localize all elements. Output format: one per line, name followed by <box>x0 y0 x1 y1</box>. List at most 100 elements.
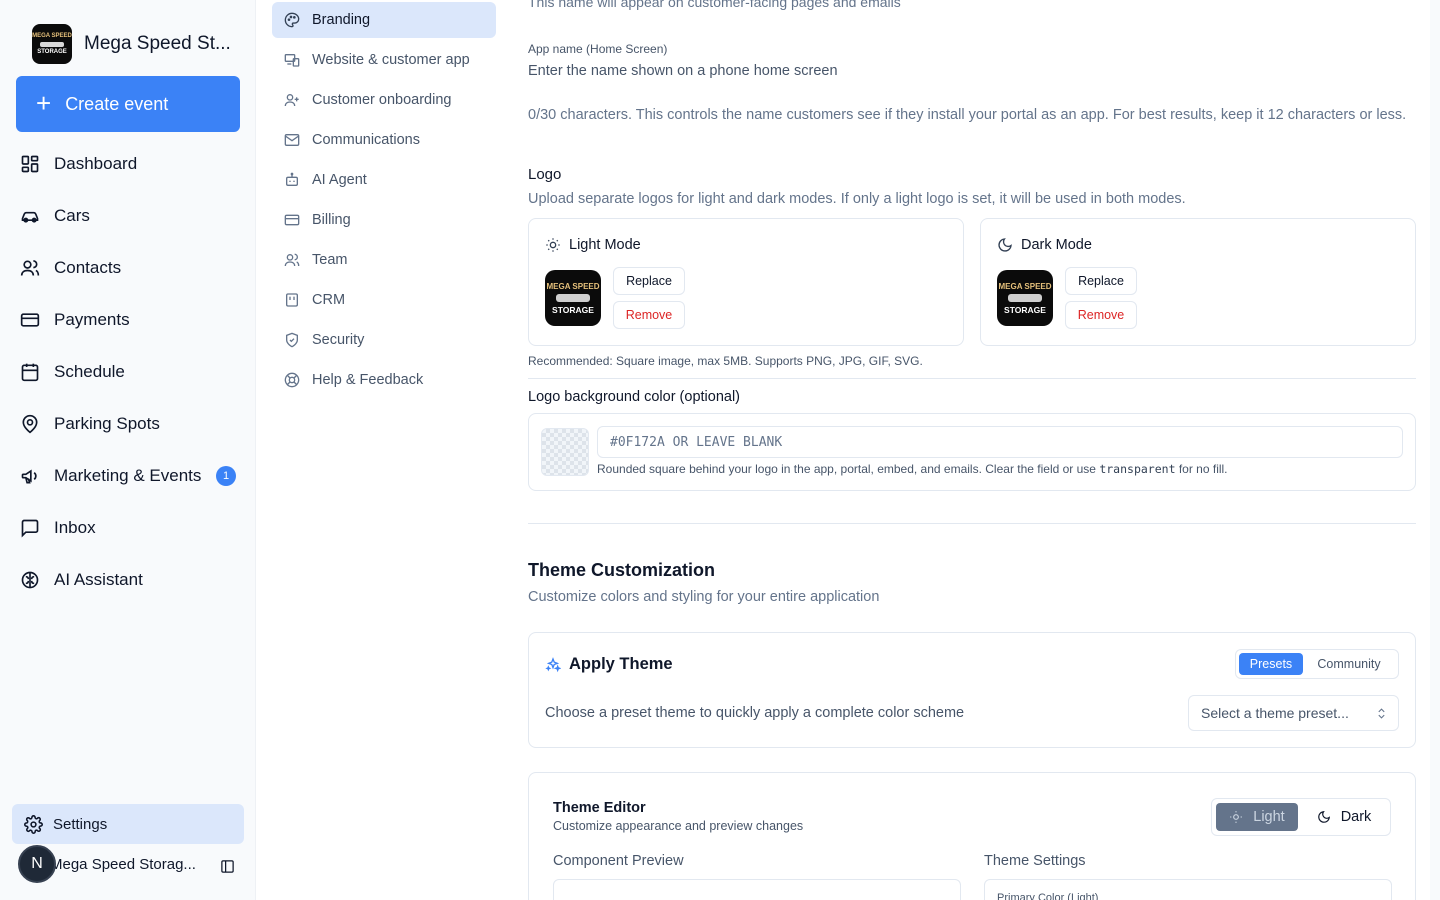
shield-icon <box>286 332 298 348</box>
users-icon <box>284 253 300 267</box>
apply-theme-card: Apply Theme Presets Community Choose a p… <box>528 632 1416 748</box>
palette-icon <box>284 12 300 28</box>
sun-icon <box>1230 811 1243 823</box>
devices-icon <box>284 54 300 67</box>
subnav-item-communications[interactable]: Communications <box>272 120 496 160</box>
nav-item-settings[interactable]: Settings <box>12 804 244 844</box>
account-switcher[interactable]: N Mega Speed Storag... <box>18 844 248 884</box>
logo-bg-label: Logo background color (optional) <box>528 389 740 405</box>
calendar-icon <box>21 363 39 382</box>
subnav-item-billing[interactable]: Billing <box>272 200 496 240</box>
light-mode-logo-card: Light Mode MEGA SPEED STORAGE Replace Re… <box>528 218 964 346</box>
megaphone-icon <box>21 469 37 484</box>
apply-theme-header: Apply Theme <box>545 655 673 674</box>
community-tab[interactable]: Community <box>1303 653 1395 675</box>
app-name-input[interactable]: Enter the name shown on a phone home scr… <box>528 63 838 79</box>
theme-preset-select[interactable]: Select a theme preset... <box>1188 695 1399 731</box>
nav-item-inbox[interactable]: Inbox <box>16 502 240 554</box>
brand-logo: MEGA SPEED STORAGE <box>32 24 72 64</box>
divider <box>528 523 1416 524</box>
create-event-label: Create event <box>65 93 169 114</box>
theme-section-title: Theme Customization <box>528 560 716 580</box>
light-mode-button[interactable]: Light <box>1216 803 1298 831</box>
subnav-item-branding[interactable]: Branding <box>272 2 496 38</box>
nav-item-dashboard[interactable]: Dashboard <box>16 138 240 190</box>
subnav-item-website[interactable]: Website & customer app <box>272 40 496 80</box>
logo-section-title: Logo <box>528 166 562 183</box>
theme-settings-label: Theme Settings <box>984 853 1086 869</box>
nav-item-parking-spots[interactable]: Parking Spots <box>16 398 240 450</box>
chevrons-up-down-icon <box>1378 708 1385 719</box>
subnav-item-crm[interactable]: CRM <box>272 280 496 320</box>
logo-bg-color-input[interactable] <box>597 426 1403 458</box>
theme-editor-title: Theme Editor <box>553 800 646 816</box>
map-pin-icon <box>22 414 38 434</box>
subnav-item-help[interactable]: Help & Feedback <box>272 360 496 400</box>
avatar[interactable]: N <box>18 845 56 883</box>
account-name: Mega Speed Storag... <box>50 855 196 873</box>
theme-editor-card: Theme Editor Customize appearance and pr… <box>528 772 1416 900</box>
nav-item-marketing-events[interactable]: Marketing & Events 1 <box>16 450 240 502</box>
app-name-hint: 0/30 characters. This controls the name … <box>528 107 1407 123</box>
name-hint-text: This name will appear on customer-facing… <box>528 0 901 10</box>
light-mode-header: Light Mode <box>545 237 641 253</box>
logo-section-desc: Upload separate logos for light and dark… <box>528 191 1186 207</box>
subnav-item-ai-agent[interactable]: AI Agent <box>272 160 496 200</box>
brand-name: Mega Speed St... <box>84 33 231 54</box>
moon-icon <box>998 238 1012 252</box>
mail-icon <box>284 134 300 146</box>
color-swatch[interactable] <box>541 428 589 476</box>
primary-color-label: Primary Color (Light) <box>997 892 1099 900</box>
nav-item-contacts[interactable]: Contacts <box>16 242 240 294</box>
brain-icon <box>21 571 39 589</box>
notification-badge: 1 <box>216 466 236 486</box>
theme-section-desc: Customize colors and styling for your en… <box>528 589 880 605</box>
user-plus-icon <box>284 94 299 107</box>
nav-item-ai-assistant[interactable]: AI Assistant <box>16 554 240 606</box>
dashboard-icon <box>21 155 39 173</box>
car-icon <box>21 211 39 223</box>
message-square-icon <box>21 519 39 538</box>
dark-mode-logo-image: MEGA SPEED STORAGE <box>997 270 1053 326</box>
dark-mode-logo-card: Dark Mode MEGA SPEED STORAGE Replace Rem… <box>980 218 1416 346</box>
app-name-label: App name (Home Screen) <box>528 42 668 56</box>
dark-mode-header: Dark Mode <box>997 237 1092 253</box>
presets-tab[interactable]: Presets <box>1239 653 1303 675</box>
component-preview-panel <box>553 879 961 900</box>
nav-item-schedule[interactable]: Schedule <box>16 346 240 398</box>
logo-recommendation: Recommended: Square image, max 5MB. Supp… <box>528 354 923 368</box>
theme-editor-subtitle: Customize appearance and preview changes <box>553 819 804 833</box>
subnav-item-security[interactable]: Security <box>272 320 496 360</box>
preview-mode-toggle: Light Dark <box>1211 798 1391 836</box>
nav-item-cars[interactable]: Cars <box>16 190 240 242</box>
life-buoy-icon <box>284 372 300 388</box>
dark-replace-button[interactable]: Replace <box>1065 267 1137 295</box>
light-mode-logo-image: MEGA SPEED STORAGE <box>545 270 601 326</box>
crm-icon <box>286 293 298 307</box>
gear-icon <box>24 814 43 834</box>
plus-icon: + <box>36 87 52 118</box>
sidebar-toggle-icon[interactable] <box>220 859 235 874</box>
create-event-button[interactable]: + Create event <box>16 76 240 132</box>
credit-card-icon <box>20 313 40 327</box>
sparkles-icon <box>545 656 561 672</box>
dark-mode-button[interactable]: Dark <box>1302 803 1386 831</box>
light-replace-button[interactable]: Replace <box>613 267 685 295</box>
main-sidebar: MEGA SPEED STORAGE Mega Speed St... + Cr… <box>0 0 256 900</box>
page-scrollbar[interactable] <box>1430 0 1440 900</box>
nav-item-payments[interactable]: Payments <box>16 294 240 346</box>
component-preview-label: Component Preview <box>553 853 684 869</box>
subnav-item-team[interactable]: Team <box>272 240 496 280</box>
bot-icon <box>286 172 298 186</box>
dark-remove-button[interactable]: Remove <box>1065 301 1137 329</box>
divider <box>528 378 1416 379</box>
logo-bg-hint: Rounded square behind your logo in the a… <box>597 462 1228 476</box>
subnav-item-onboarding[interactable]: Customer onboarding <box>272 80 496 120</box>
users-icon <box>20 260 40 276</box>
theme-settings-panel: Primary Color (Light) <box>984 879 1392 900</box>
moon-icon <box>1317 811 1330 823</box>
brand[interactable]: MEGA SPEED STORAGE Mega Speed St... <box>32 24 231 64</box>
logo-bg-card: Rounded square behind your logo in the a… <box>528 413 1416 491</box>
light-remove-button[interactable]: Remove <box>613 301 685 329</box>
credit-card-icon <box>284 214 300 226</box>
